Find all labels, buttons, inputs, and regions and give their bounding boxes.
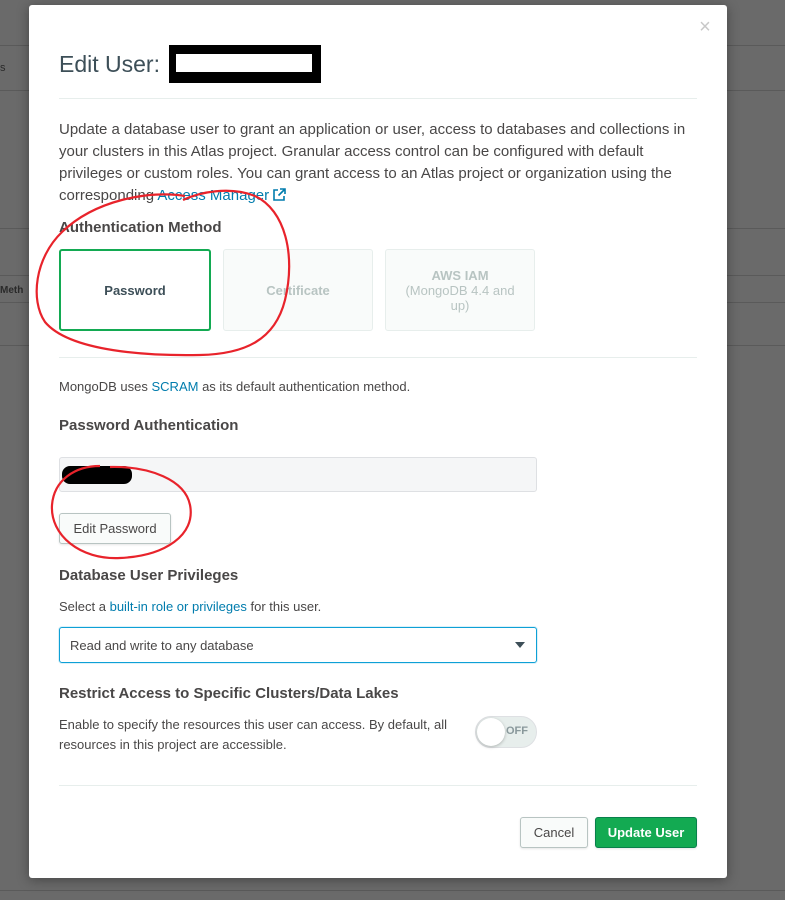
update-user-button[interactable]: Update User bbox=[595, 817, 697, 848]
bg-text-fragment: s bbox=[0, 62, 6, 74]
password-auth-heading: Password Authentication bbox=[59, 417, 239, 434]
privileges-note-suffix: for this user. bbox=[246, 599, 322, 614]
builtin-role-link[interactable]: built-in role or privileges bbox=[110, 599, 247, 614]
auth-divider bbox=[59, 357, 697, 358]
auth-method-heading: Authentication Method bbox=[59, 219, 222, 236]
auth-method-options: Password Certificate AWS IAM (MongoDB 4.… bbox=[59, 249, 535, 331]
chevron-down-icon bbox=[515, 642, 525, 648]
restrict-toggle[interactable]: OFF bbox=[475, 716, 537, 748]
close-icon[interactable]: × bbox=[697, 17, 713, 37]
privileges-note-prefix: Select a bbox=[59, 599, 110, 614]
password-field[interactable] bbox=[59, 457, 537, 492]
access-manager-link[interactable]: Access Manager bbox=[157, 187, 269, 204]
external-link-icon[interactable] bbox=[272, 187, 286, 201]
header-divider bbox=[59, 98, 697, 99]
privileges-select-value: Read and write to any database bbox=[70, 637, 254, 653]
auth-option-certificate[interactable]: Certificate bbox=[223, 249, 373, 331]
bg-divider bbox=[0, 890, 785, 891]
modal-description: Update a database user to grant an appli… bbox=[59, 119, 699, 207]
redacted-password bbox=[62, 466, 132, 484]
footer-divider bbox=[59, 785, 697, 786]
toggle-knob bbox=[477, 718, 505, 746]
scram-link[interactable]: SCRAM bbox=[152, 379, 199, 394]
auth-option-aws-iam[interactable]: AWS IAM (MongoDB 4.4 and up) bbox=[385, 249, 535, 331]
scram-note-suffix: as its default authentication method. bbox=[198, 379, 411, 394]
redacted-username bbox=[168, 45, 321, 83]
description-text: Update a database user to grant an appli… bbox=[59, 121, 686, 204]
scram-note: MongoDB uses SCRAM as its default authen… bbox=[59, 379, 410, 394]
auth-option-label: Certificate bbox=[266, 282, 330, 298]
auth-option-label: AWS IAM bbox=[431, 267, 489, 283]
bg-text-fragment: Meth bbox=[0, 285, 24, 296]
modal-title: Edit User: bbox=[59, 50, 160, 77]
cancel-button[interactable]: Cancel bbox=[520, 817, 588, 848]
edit-user-modal: × Edit User: Update a database user to g… bbox=[29, 5, 727, 878]
toggle-label: OFF bbox=[506, 725, 528, 737]
restrict-description: Enable to specify the resources this use… bbox=[59, 717, 448, 752]
scram-note-prefix: MongoDB uses bbox=[59, 379, 152, 394]
modal-header: Edit User: bbox=[59, 45, 321, 83]
auth-option-label: Password bbox=[104, 282, 166, 298]
edit-password-button[interactable]: Edit Password bbox=[59, 513, 171, 544]
auth-option-sublabel: (MongoDB 4.4 and up) bbox=[405, 282, 515, 313]
privileges-select[interactable]: Read and write to any database bbox=[59, 627, 537, 663]
restrict-heading: Restrict Access to Specific Clusters/Dat… bbox=[59, 685, 399, 702]
privileges-note: Select a built-in role or privileges for… bbox=[59, 599, 321, 614]
auth-option-password[interactable]: Password bbox=[59, 249, 211, 331]
privileges-heading: Database User Privileges bbox=[59, 567, 239, 584]
